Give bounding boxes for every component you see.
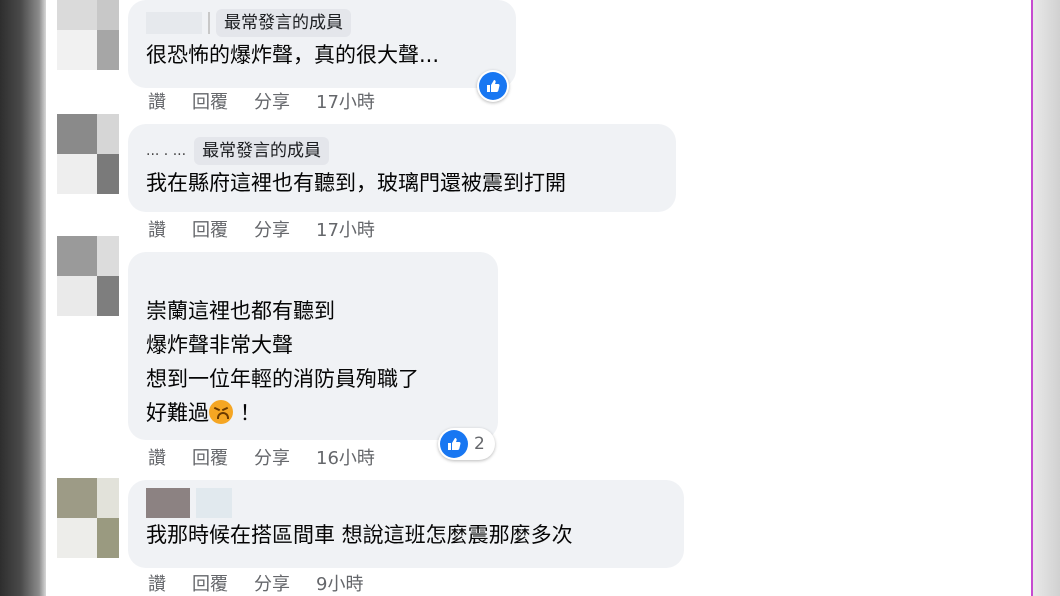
comment-actions: 讚 回覆 分享 17小時: [148, 92, 375, 114]
avatar[interactable]: [57, 478, 119, 558]
comment-text: 爆炸聲非常大聲: [146, 333, 293, 357]
avatar[interactable]: [57, 114, 119, 194]
reply-link[interactable]: 回覆: [192, 574, 228, 596]
commenter-name[interactable]: [146, 488, 190, 518]
comment-text: ！: [239, 401, 261, 425]
comment-actions: 讚 回覆 分享 16小時: [148, 448, 375, 470]
comment-actions: 讚 回覆 分享 9小時: [148, 574, 363, 596]
commenter-name: [196, 488, 232, 518]
share-link[interactable]: 分享: [254, 220, 290, 242]
thumbs-up-icon: [479, 72, 507, 100]
comment-text: 好難過: [146, 401, 209, 425]
timestamp[interactable]: 9小時: [316, 574, 363, 596]
left-video-edge: [0, 0, 46, 596]
comment-text-last-line: 好難過 ！: [146, 396, 480, 430]
comment-actions: 讚 回覆 分享 17小時: [148, 220, 375, 242]
comment-text: 我在縣府這裡也有聽到，玻璃門還被震到打開: [146, 171, 566, 195]
comment-bubble: 我那時候在搭區間車 想說這班怎麼震那麼多次: [128, 480, 684, 568]
commenter-name: [208, 12, 210, 34]
top-contributor-badge: 最常發言的成員: [194, 137, 330, 165]
reply-link[interactable]: 回覆: [192, 220, 228, 242]
reaction-count: 2: [474, 434, 485, 454]
thumbs-up-icon: [440, 430, 468, 458]
reply-link[interactable]: 回覆: [192, 92, 228, 114]
top-contributor-badge: 最常發言的成員: [216, 9, 351, 37]
commenter-name[interactable]: [146, 12, 202, 34]
comment-text: 崇蘭這裡也都有聽到: [146, 299, 335, 323]
share-link[interactable]: 分享: [254, 448, 290, 470]
like-link[interactable]: 讚: [148, 448, 166, 470]
timestamp[interactable]: 16小時: [316, 448, 375, 470]
avatar[interactable]: [57, 236, 119, 316]
avatar[interactable]: [57, 0, 119, 70]
comment-bubble: 最常發言的成員 很恐怖的爆炸聲，真的很大聲...: [128, 0, 516, 88]
like-link[interactable]: 讚: [148, 574, 166, 596]
reaction-badge[interactable]: 2: [438, 428, 495, 460]
comment-bubble: ... . ... 最常發言的成員 我在縣府這裡也有聽到，玻璃門還被震到打開: [128, 124, 676, 212]
like-link[interactable]: 讚: [148, 220, 166, 242]
timestamp[interactable]: 17小時: [316, 220, 375, 242]
like-link[interactable]: 讚: [148, 92, 166, 114]
comment-text: 很恐怖的爆炸聲，真的很大聲...: [146, 43, 440, 67]
tired-face-emoji-icon: [209, 400, 233, 424]
share-link[interactable]: 分享: [254, 92, 290, 114]
share-link[interactable]: 分享: [254, 574, 290, 596]
comment-text: 我那時候在搭區間車 想說這班怎麼震那麼多次: [146, 523, 573, 547]
comment-text: 想到一位年輕的消防員殉職了: [146, 367, 419, 391]
timestamp[interactable]: 17小時: [316, 92, 375, 114]
right-video-edge: [1031, 0, 1060, 596]
commenter-name[interactable]: ... . ...: [146, 143, 186, 159]
comment-bubble: 崇蘭這裡也都有聽到 爆炸聲非常大聲 想到一位年輕的消防員殉職了 好難過 ！: [128, 252, 498, 440]
reply-link[interactable]: 回覆: [192, 448, 228, 470]
reaction-badge[interactable]: [477, 70, 509, 102]
